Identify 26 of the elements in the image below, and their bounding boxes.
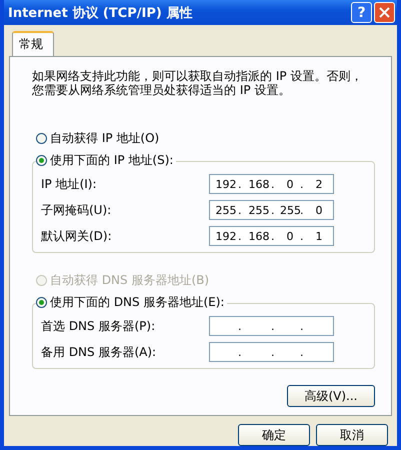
radio-label[interactable]: 自动获得 IP 地址(O) bbox=[50, 130, 160, 146]
field-label: 备用 DNS 服务器(A): bbox=[41, 344, 156, 360]
dialog-button[interactable]: 取消 bbox=[316, 424, 388, 446]
ip-address-field[interactable]: 192. 168. 0 . 2 bbox=[209, 174, 334, 194]
close-button[interactable] bbox=[374, 2, 395, 23]
description-text: 如果网络支持此功能，则可以获取自动指派的 IP 设置。否则， bbox=[32, 69, 364, 83]
tab[interactable]: 常规 bbox=[12, 31, 54, 56]
field-label: 默认网关(D): bbox=[41, 228, 112, 244]
ip-address-field[interactable]: 255. 255. 255. 0 bbox=[209, 200, 334, 220]
radio-button[interactable] bbox=[36, 132, 47, 144]
ip-address-field[interactable]: 192. 168. 0 . 1 bbox=[209, 226, 334, 246]
field-label: 子网掩码(U): bbox=[41, 202, 112, 218]
radio-label[interactable]: 使用下面的 DNS 服务器地址(E): bbox=[50, 294, 224, 310]
help-button[interactable]: ? bbox=[351, 2, 372, 23]
field-label: 首选 DNS 服务器(P): bbox=[41, 318, 156, 334]
field-label: IP 地址(I): bbox=[41, 176, 97, 192]
radio-button[interactable] bbox=[36, 296, 47, 308]
dialog-button[interactable]: 确定 bbox=[238, 424, 310, 446]
ip-address-field[interactable]: . . . bbox=[209, 316, 334, 336]
radio-label[interactable]: 使用下面的 IP 地址(S): bbox=[50, 152, 174, 168]
description-text: 您需要从网络系统管理员处获得适当的 IP 设置。 bbox=[32, 83, 292, 97]
close-icon bbox=[379, 7, 390, 18]
advanced-button[interactable]: 高级(V)... bbox=[287, 385, 375, 407]
ip-address-field[interactable]: . . . bbox=[209, 342, 334, 362]
window-title: Internet 协议 (TCP/IP) 属性 bbox=[8, 4, 194, 22]
radio-button[interactable] bbox=[36, 154, 47, 166]
